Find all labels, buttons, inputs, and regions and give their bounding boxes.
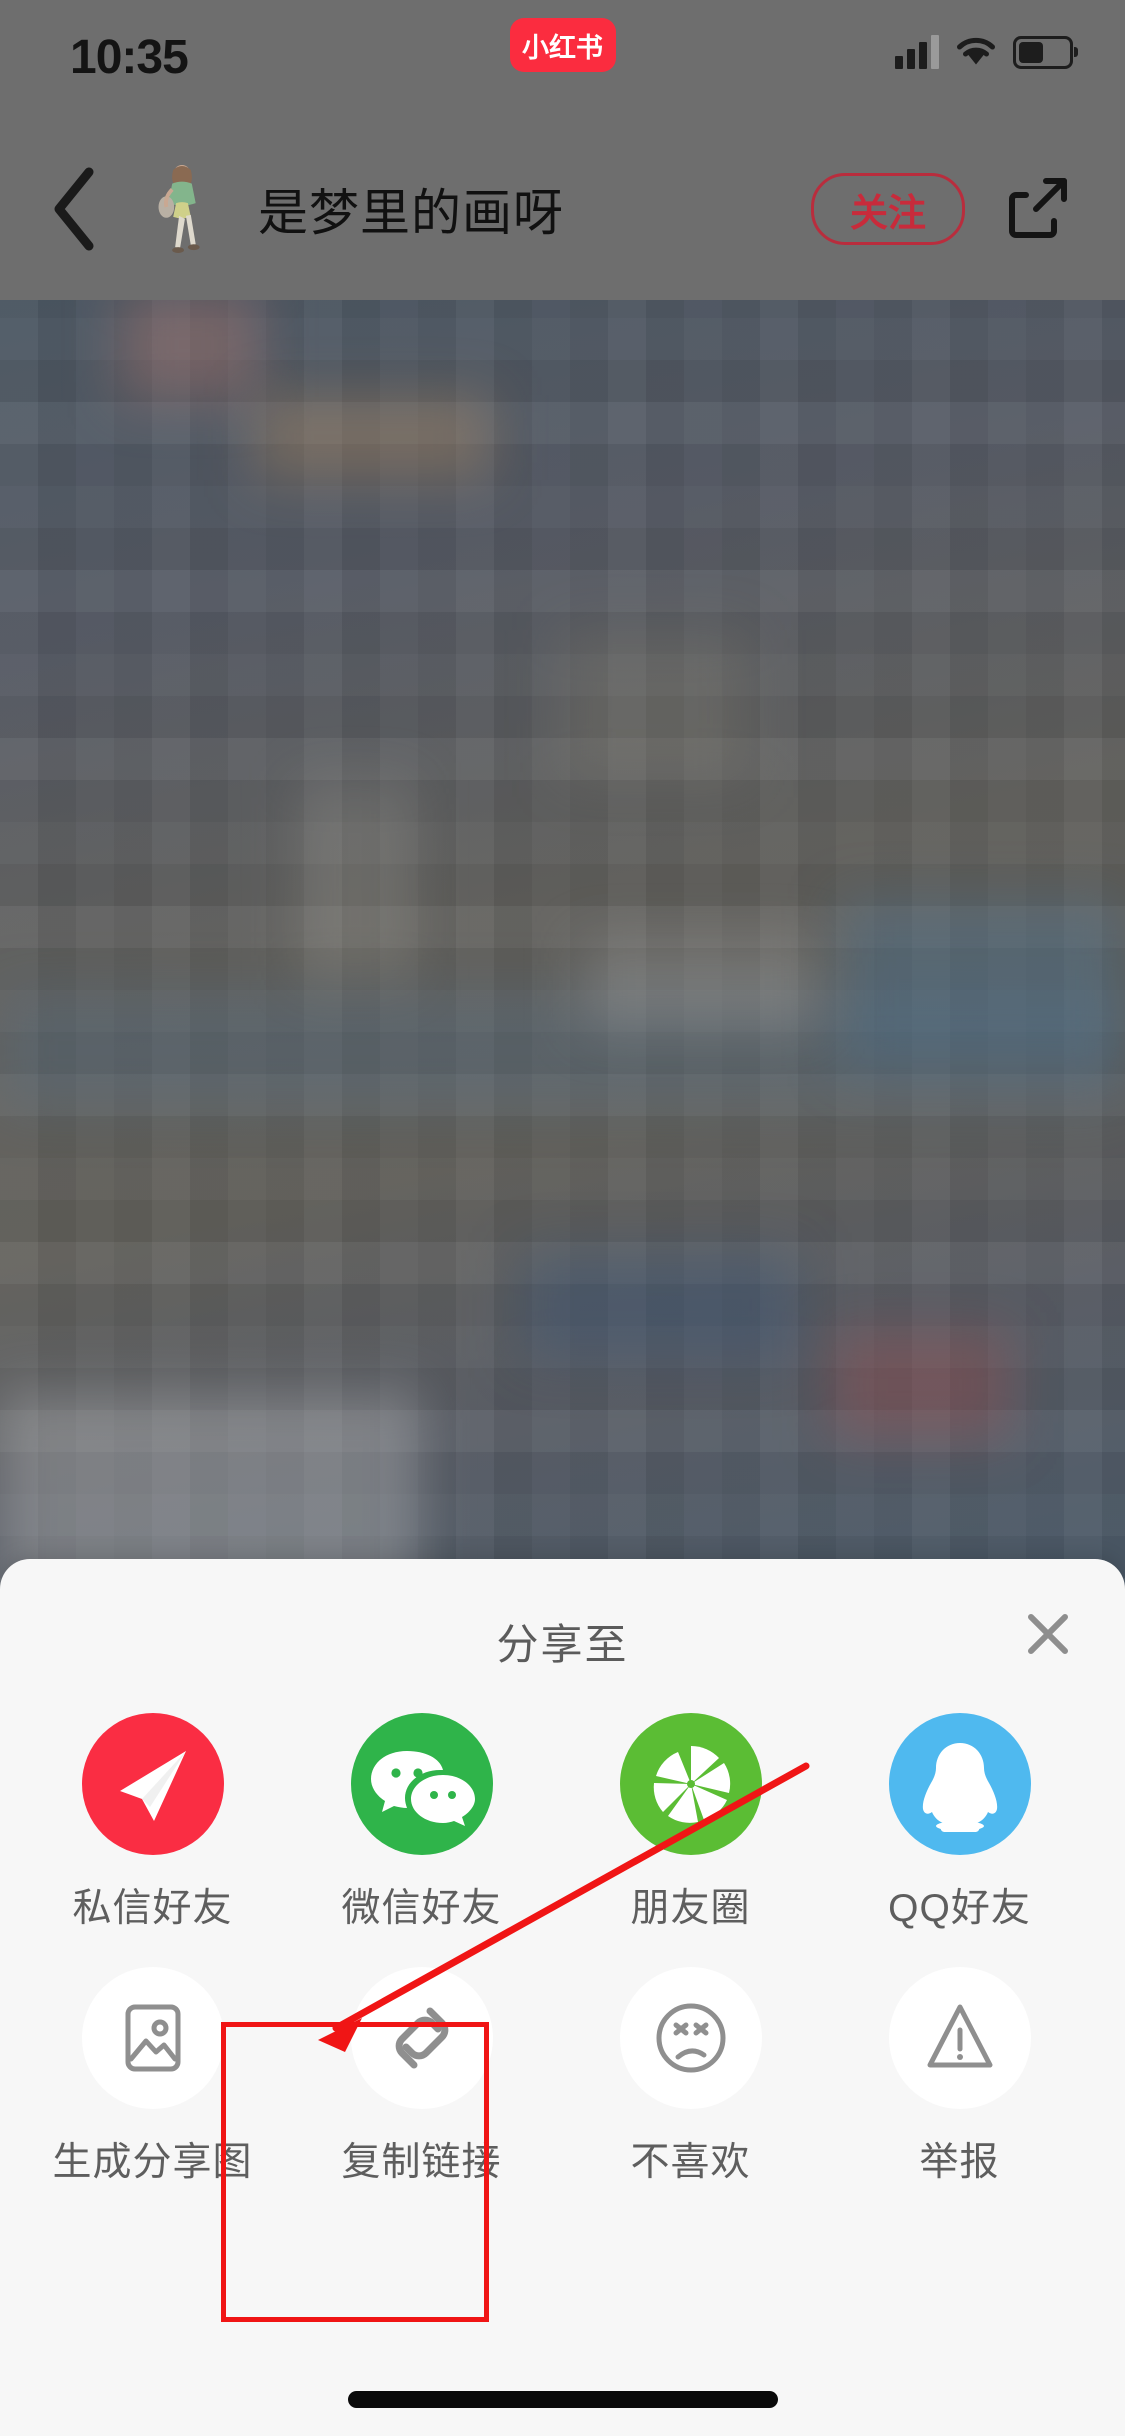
back-button[interactable] <box>20 154 130 264</box>
share-option-qzone[interactable]: QQ空间 <box>1094 1713 1125 1933</box>
dim-overlay <box>0 300 1125 1620</box>
status-bar-indicators <box>895 28 1078 76</box>
phone-screen: 10:35 小红书 是梦里的画呀 关注 分享至 私信好友 微信好友 朋友圈 QQ… <box>0 0 1125 2436</box>
share-button[interactable] <box>999 170 1077 248</box>
wifi-icon <box>955 36 997 68</box>
wechat-icon <box>350 1713 493 1855</box>
warning-triangle-icon <box>888 1967 1031 2109</box>
annotation-highlight-box <box>221 2022 489 2322</box>
page-title: 是梦里的画呀 <box>258 185 564 241</box>
share-option-label: 举报 <box>919 2141 1000 2184</box>
app-badge-xiaohongshu: 小红书 <box>509 18 616 72</box>
sad-face-icon <box>619 1967 762 2109</box>
share-option-label: 朋友圈 <box>630 1887 751 1930</box>
share-option-label: 私信好友 <box>72 1887 233 1930</box>
moments-aperture-icon <box>619 1713 762 1855</box>
avatar-illustration-icon <box>158 164 200 254</box>
share-option-label: 不喜欢 <box>630 2141 751 2184</box>
avatar[interactable] <box>136 163 228 255</box>
share-sheet-title: 分享至 <box>496 1621 629 1668</box>
share-option-direct-message[interactable]: 私信好友 <box>18 1713 287 1933</box>
action-share-row: 生成分享图 复制链接 不喜欢 举报 <box>0 1967 1125 2187</box>
share-sheet: 分享至 私信好友 微信好友 朋友圈 QQ好友 生成分享图 复制链接 不喜欢 举报 <box>0 1559 1125 2436</box>
battery-icon <box>1013 35 1078 69</box>
status-bar: 10:35 小红书 <box>0 0 1125 118</box>
close-button[interactable] <box>1017 1603 1079 1665</box>
share-option-qq[interactable]: QQ好友 <box>825 1713 1094 1933</box>
nav-bar: 是梦里的画呀 关注 <box>0 118 1125 300</box>
share-option-label: 微信好友 <box>341 1887 502 1930</box>
social-share-row: 私信好友 微信好友 朋友圈 QQ好友 <box>0 1713 1125 1933</box>
share-option-label: QQ好友 <box>888 1887 1031 1930</box>
signal-bars-icon <box>895 35 939 69</box>
note-image[interactable] <box>0 300 1125 1620</box>
paper-plane-icon <box>81 1713 224 1855</box>
close-icon <box>1028 1614 1068 1654</box>
home-indicator <box>347 2391 778 2408</box>
qq-penguin-icon <box>888 1713 1031 1855</box>
share-option-moments[interactable]: 朋友圈 <box>556 1713 825 1933</box>
share-option-dislike[interactable]: 不喜欢 <box>556 1967 825 2187</box>
share-option-report[interactable]: 举报 <box>825 1967 1094 2187</box>
share-option-wechat[interactable]: 微信好友 <box>287 1713 556 1933</box>
image-icon <box>81 1967 224 2109</box>
status-bar-time: 10:35 <box>70 31 189 84</box>
follow-button[interactable]: 关注 <box>811 173 965 245</box>
share-sheet-header: 分享至 <box>0 1559 1125 1709</box>
